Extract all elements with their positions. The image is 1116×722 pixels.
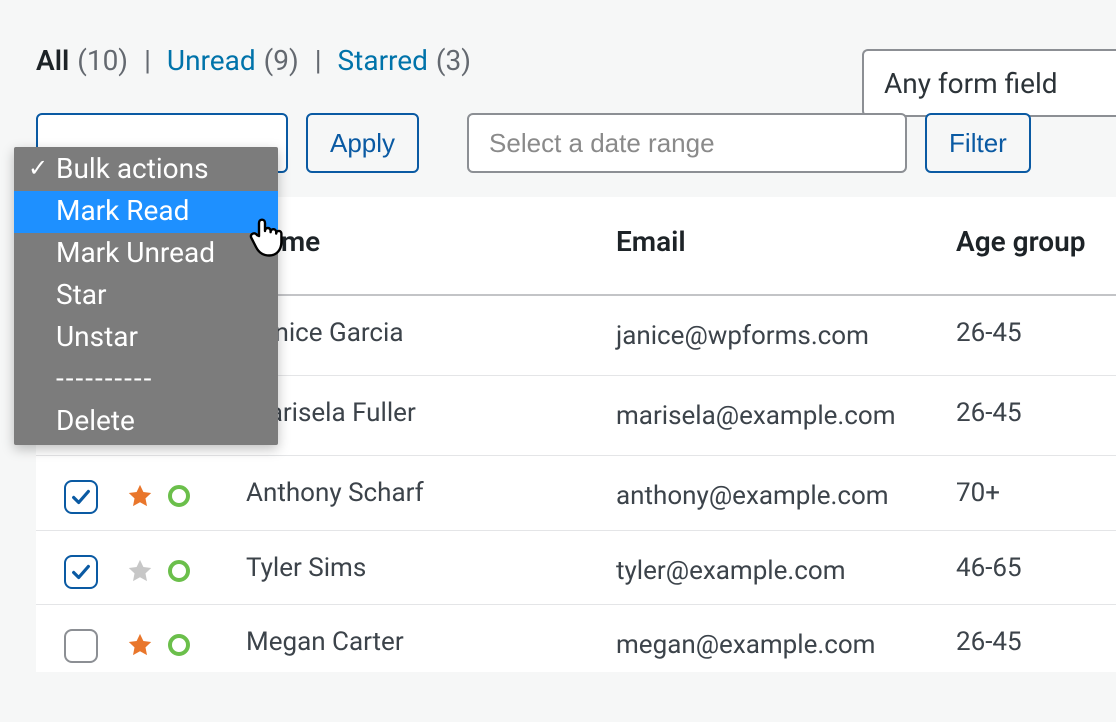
apply-button-label: Apply <box>330 128 395 159</box>
form-field-select-value: Any form field <box>884 67 1058 100</box>
bulk-menu-item-delete[interactable]: Delete <box>14 401 278 443</box>
row-checkbox[interactable] <box>64 480 98 514</box>
star-icon[interactable] <box>126 557 154 585</box>
tab-all-label: All <box>36 44 69 77</box>
row-age-group: 70+ <box>942 456 1116 531</box>
table-row: Anthony Scharf anthony@example.com 70+ <box>36 456 1116 531</box>
column-email[interactable]: Email <box>602 197 942 295</box>
row-age-group: 26-45 <box>942 376 1116 456</box>
bulk-menu-item-star[interactable]: Star <box>14 275 278 317</box>
bulk-menu-item-mark-unread[interactable]: Mark Unread <box>14 233 278 275</box>
row-age-group: 26-45 <box>942 295 1116 376</box>
column-age[interactable]: Age group <box>942 197 1116 295</box>
bulk-menu-item-unstar[interactable]: Unstar <box>14 317 278 359</box>
unread-indicator-icon <box>168 485 190 507</box>
tab-all[interactable]: All (10) <box>36 44 128 77</box>
bulk-menu-item-mark-read[interactable]: Mark Read <box>14 191 278 233</box>
bulk-menu-separator: ---------- <box>14 359 278 401</box>
tab-separator: | <box>315 44 322 77</box>
table-row: Megan Carter megan@example.com 26-45 <box>36 605 1116 673</box>
star-icon[interactable] <box>126 631 154 659</box>
row-name[interactable]: Tyler Sims <box>232 530 602 605</box>
row-email: janice@wpforms.com <box>616 318 926 356</box>
tab-unread-label: Unread <box>167 44 256 77</box>
unread-indicator-icon <box>168 634 190 656</box>
tab-starred-label: Starred <box>338 44 428 77</box>
filter-button[interactable]: Filter <box>925 113 1031 173</box>
row-age-group: 46-65 <box>942 530 1116 605</box>
column-name[interactable]: Name <box>232 197 602 295</box>
form-field-select[interactable]: Any form field <box>862 49 1116 117</box>
tab-starred-count: (3) <box>436 44 471 77</box>
table-row: Tyler Sims tyler@example.com 46-65 <box>36 530 1116 605</box>
tab-all-count: (10) <box>77 44 128 77</box>
tab-unread[interactable]: Unread (9) <box>167 44 299 77</box>
row-age-group: 26-45 <box>942 605 1116 673</box>
row-name[interactable]: Janice Garcia <box>232 295 602 376</box>
tab-separator: | <box>144 44 151 77</box>
row-name[interactable]: Marisela Fuller <box>232 376 602 456</box>
bulk-actions-menu: Bulk actions Mark Read Mark Unread Star … <box>14 147 278 445</box>
row-name[interactable]: Anthony Scharf <box>232 456 602 531</box>
row-checkbox[interactable] <box>64 629 98 663</box>
row-email: marisela@example.com <box>616 398 926 436</box>
row-email: megan@example.com <box>616 627 926 665</box>
row-checkbox[interactable] <box>64 555 98 589</box>
row-name[interactable]: Megan Carter <box>232 605 602 673</box>
tab-unread-count: (9) <box>264 44 299 77</box>
apply-button[interactable]: Apply <box>306 113 419 173</box>
star-icon[interactable] <box>126 482 154 510</box>
row-email: tyler@example.com <box>616 553 926 591</box>
date-range-input[interactable] <box>467 113 907 173</box>
bulk-menu-item-header[interactable]: Bulk actions <box>14 149 278 191</box>
filter-button-label: Filter <box>949 128 1007 159</box>
tab-starred[interactable]: Starred (3) <box>338 44 471 77</box>
row-email: anthony@example.com <box>616 478 926 516</box>
unread-indicator-icon <box>168 560 190 582</box>
